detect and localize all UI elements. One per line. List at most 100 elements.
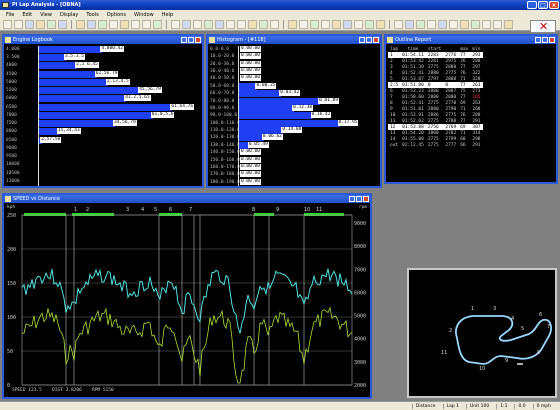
- toolbar-button-icon[interactable]: [171, 20, 180, 29]
- toolbar-button-icon[interactable]: [120, 20, 129, 29]
- menu-help[interactable]: Help: [162, 12, 173, 18]
- maximize-icon[interactable]: [366, 37, 372, 43]
- toolbar-button-icon[interactable]: [365, 20, 374, 29]
- toolbar-button-icon[interactable]: [493, 20, 502, 29]
- histogram-bar-value: 0.00.00: [240, 156, 261, 163]
- toolbar-button-icon[interactable]: [405, 20, 414, 29]
- minimize-icon[interactable]: [349, 196, 355, 202]
- toolbar-button-icon[interactable]: [98, 20, 107, 29]
- toolbar-button-icon[interactable]: [376, 20, 385, 29]
- toolbar-button-icon[interactable]: [270, 20, 279, 29]
- toolbar-button-icon[interactable]: [449, 20, 458, 29]
- toolbar-button-icon[interactable]: [142, 20, 151, 29]
- close-icon[interactable]: [549, 37, 555, 43]
- minimize-icon[interactable]: [535, 37, 541, 43]
- toolbar-button-icon[interactable]: [332, 20, 341, 29]
- minimize-icon[interactable]: [359, 37, 365, 43]
- menu-display[interactable]: Display: [60, 12, 78, 18]
- segment-number: 1: [74, 207, 77, 213]
- engine-logbook-bar: [38, 70, 97, 78]
- histogram-row-label: 110.0-120.0: [210, 128, 240, 134]
- toolbar-button-icon[interactable]: [504, 20, 513, 29]
- close-icon[interactable]: [373, 37, 379, 43]
- segment-marker: [304, 213, 344, 216]
- trace-titlebar[interactable]: SPEED vs Distance: [4, 195, 370, 203]
- car-position-marker: [517, 363, 523, 365]
- track-map-panel[interactable]: 1 2 3 4 5 6 7 8 9 10 11: [407, 268, 557, 398]
- lap-table-cell: 2777: [445, 142, 457, 148]
- lap-table-cell: 2799: [445, 136, 457, 142]
- toolbar-button-icon[interactable]: [204, 20, 213, 29]
- toolbar-button-icon[interactable]: [471, 20, 480, 29]
- toolbar-button-icon[interactable]: [460, 20, 469, 29]
- toolbar-button-icon[interactable]: [25, 20, 34, 29]
- toolbar-button-icon[interactable]: [14, 20, 23, 29]
- y-left-tick: 200: [7, 247, 16, 253]
- minimize-button[interactable]: _: [527, 1, 537, 9]
- toolbar-button-icon[interactable]: [299, 20, 308, 29]
- maximize-icon[interactable]: [188, 37, 194, 43]
- toolbar-button-icon[interactable]: [109, 20, 118, 29]
- trace-window[interactable]: SPEED vs Distance kph rpm 1 2 3 4 5 6 7 8 9 10 11 2…: [2, 193, 372, 399]
- toolbar-button-icon[interactable]: [58, 20, 67, 29]
- histogram-row-label: 50.0-60.0: [210, 83, 235, 89]
- toolbar-button-icon[interactable]: [310, 20, 319, 29]
- maximize-icon[interactable]: [356, 196, 362, 202]
- toolbar-button-icon[interactable]: [153, 20, 162, 29]
- maximize-icon[interactable]: [542, 37, 548, 43]
- engine-logbook-titlebar[interactable]: Engine Logbook: [4, 36, 202, 44]
- menu-file[interactable]: File: [6, 12, 14, 18]
- close-icon[interactable]: [195, 37, 201, 43]
- lap-table-cell: 01:53.91: [402, 112, 424, 118]
- toolbar-button-icon[interactable]: [288, 20, 297, 29]
- maximize-button[interactable]: □: [538, 1, 548, 9]
- histogram-titlebar[interactable]: Histogram - [#118]: [208, 36, 380, 44]
- outline-report-window[interactable]: Outline Report lap time start max min 1 01:54.…: [384, 34, 558, 184]
- menu-options[interactable]: Options: [107, 12, 126, 18]
- toolbar-button-icon[interactable]: [259, 20, 268, 29]
- toolbar-button-icon[interactable]: [87, 20, 96, 29]
- close-button[interactable]: ×: [549, 1, 559, 9]
- histogram-bar-value: 0.00.00: [240, 171, 261, 178]
- trace-plot-area[interactable]: kph rpm 1 2 3 4 5 6 7 8 9 10 11 250 200 150 100 50 0 9000…: [4, 203, 370, 397]
- toolbar-button-icon[interactable]: [438, 20, 447, 29]
- menu-tools[interactable]: Tools: [86, 12, 98, 18]
- histogram-window[interactable]: Histogram - [#118] 0.0-0.0 0.00.00 10.0-20…: [206, 34, 382, 188]
- toolbar-button-icon[interactable]: [3, 20, 12, 29]
- y-right-tick: 3000: [354, 360, 366, 366]
- histogram-bar-value: 0.03.42: [279, 90, 301, 97]
- rpm-trace: [21, 306, 353, 384]
- toolbar-button-icon[interactable]: [215, 20, 224, 29]
- toolbar-button-icon[interactable]: [193, 20, 202, 29]
- lap-table-cell: 2775: [445, 112, 457, 118]
- engine-logbook-bar-value: 62,56.79: [94, 70, 119, 77]
- toolbar-button-icon[interactable]: [182, 20, 191, 29]
- toolbar-button-icon[interactable]: [36, 20, 45, 29]
- minimize-icon[interactable]: [181, 37, 187, 43]
- toolbar-button-icon[interactable]: [416, 20, 425, 29]
- toolbar-button-icon[interactable]: [226, 20, 235, 29]
- menu-window[interactable]: Window: [134, 12, 154, 18]
- outline-report-titlebar[interactable]: Outline Report: [386, 36, 556, 44]
- menu-view[interactable]: View: [40, 12, 52, 18]
- engine-logbook-window[interactable]: Engine Logbook 4.000 4,000.42 3.500 3,5.3.5…: [2, 34, 204, 188]
- toolbar-button-icon[interactable]: [76, 20, 85, 29]
- engine-logbook-bar: [38, 95, 127, 103]
- lap-table: lap time start max min 1 01:54.11 2283 2776 77 293…: [388, 46, 483, 148]
- histogram-bar-value: 0.00.00: [240, 60, 261, 67]
- menu-edit[interactable]: Edit: [22, 12, 32, 18]
- toolbar-button-icon[interactable]: [321, 20, 330, 29]
- close-icon[interactable]: [363, 196, 369, 202]
- toolbar-button-icon[interactable]: [354, 20, 363, 29]
- toolbar-button-icon[interactable]: [47, 20, 56, 29]
- toolbar-button-icon[interactable]: [131, 20, 140, 29]
- toolbar-button-icon[interactable]: [482, 20, 491, 29]
- toolbar-button-icon[interactable]: [427, 20, 436, 29]
- lap-table-cell: 01:51.80: [400, 82, 426, 88]
- lap-table-row[interactable]: out 02:12.45 2775 2777 66 291: [388, 142, 483, 148]
- engine-logbook-row-label: 4.000: [6, 47, 20, 52]
- toolbar-button-icon[interactable]: [394, 20, 403, 29]
- toolbar-button-icon[interactable]: [237, 20, 246, 29]
- toolbar-button-icon[interactable]: [248, 20, 257, 29]
- toolbar-button-icon[interactable]: [343, 20, 352, 29]
